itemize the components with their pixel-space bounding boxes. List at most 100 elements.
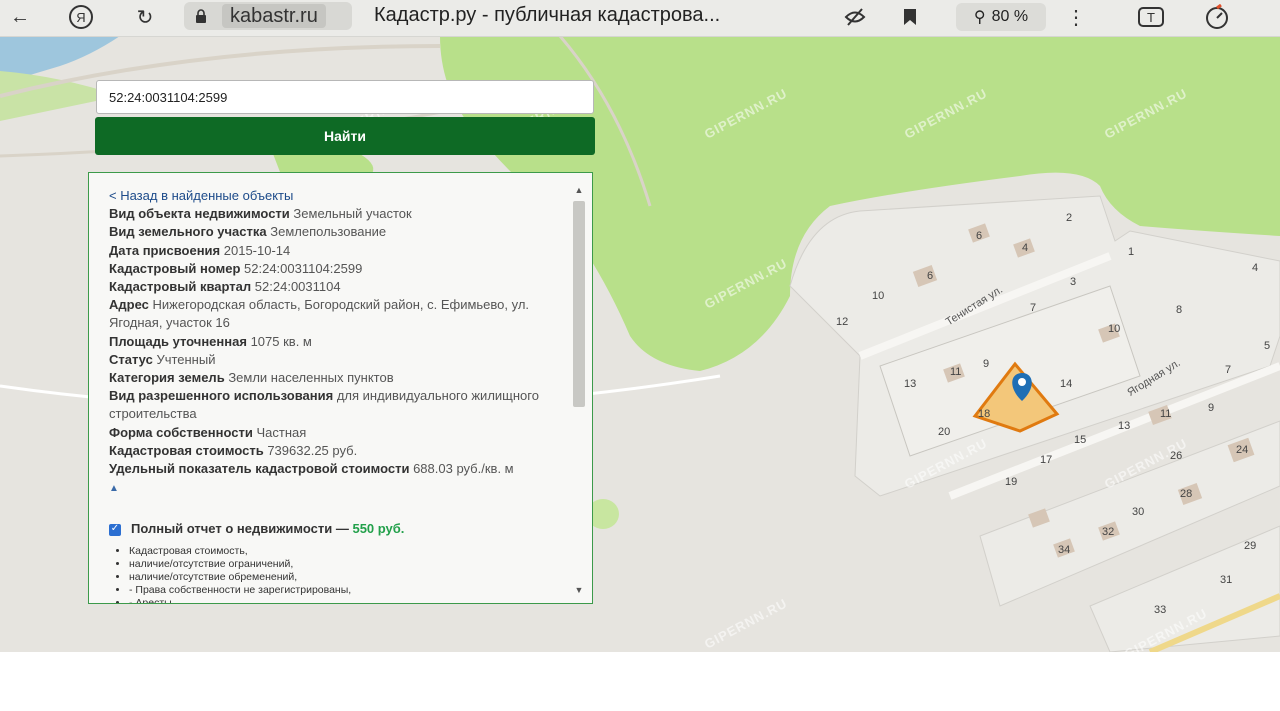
info-row: Вид разрешенного использования для индив… [109, 387, 569, 423]
translate-icon[interactable]: T [1134, 4, 1168, 30]
reload-icon[interactable]: ↻ [130, 4, 160, 30]
full-report-option[interactable]: ✓ Полный отчет о недвижимости — 550 руб. [109, 520, 569, 538]
info-row: Вид земельного участка Землепользование [109, 223, 569, 241]
info-rows: Вид объекта недвижимости Земельный участ… [109, 205, 569, 478]
info-row-value: 2015-10-14 [223, 242, 291, 258]
extension-icon[interactable] [1202, 4, 1232, 30]
info-row-value: 52:24:0031104 [254, 279, 341, 295]
info-row-key: Вид разрешенного использования [109, 388, 334, 404]
svg-text:T: T [1147, 10, 1155, 25]
find-button[interactable]: Найти [95, 117, 595, 155]
zoom-level: 80 % [991, 8, 1029, 25]
info-row-value: Учтенный [156, 351, 216, 367]
info-row: Площадь уточненная 1075 кв. м [109, 333, 569, 351]
lot-number: 6 [927, 270, 934, 282]
scroll-down-icon[interactable]: ▼ [573, 585, 585, 595]
info-row: Удельный показатель кадастровой стоимост… [109, 460, 569, 478]
lot-number: 11 [1160, 408, 1172, 420]
info-row-key: Вид объекта недвижимости [109, 206, 290, 222]
lot-number: 7 [1225, 364, 1232, 376]
lot-number: 4 [1022, 242, 1029, 254]
info-row-value: 739632.25 руб. [267, 442, 358, 458]
lot-number: 9 [983, 358, 990, 370]
collapse-arrow-icon[interactable]: ▲ [109, 480, 569, 498]
info-row: Форма собственности Частная [109, 424, 569, 442]
lot-number: 7 [1030, 302, 1037, 314]
lot-number: 3 [1070, 276, 1077, 288]
lot-number: 30 [1132, 506, 1145, 518]
info-row: Кадастровая стоимость 739632.25 руб. [109, 442, 569, 460]
lot-number: 13 [904, 378, 917, 390]
lot-number: 11 [950, 366, 962, 378]
info-row-value: Земли населенных пунктов [228, 370, 394, 386]
info-row-key: Дата присвоения [109, 242, 221, 258]
lot-number: 18 [978, 408, 991, 420]
scroll-up-icon[interactable]: ▲ [573, 185, 585, 195]
object-info-panel: < Назад в найденные объекты Вид объекта … [88, 172, 593, 604]
report-contents-list: Кадастровая стоимость,наличие/отсутствие… [129, 545, 569, 603]
info-row: Вид объекта недвижимости Земельный участ… [109, 205, 569, 223]
address-bar[interactable]: kabastr.ru [184, 2, 352, 30]
info-row-value: Землепользование [270, 224, 387, 240]
lot-number: 20 [938, 426, 951, 438]
info-row-key: Вид земельного участка [109, 224, 267, 240]
info-row-key: Кадастровый квартал [109, 279, 252, 295]
lot-number: 13 [1118, 420, 1131, 432]
lot-number: 15 [1074, 434, 1087, 446]
info-row-value: Земельный участок [293, 206, 412, 222]
report-item: Кадастровая стоимость, [129, 545, 569, 558]
lot-number: 5 [1264, 340, 1271, 352]
info-row-value: Нижегородская область, Богородский район… [109, 297, 530, 331]
url-domain: kabastr.ru [222, 4, 326, 28]
panel-scrollbar[interactable]: ▲ ▼ [572, 185, 586, 595]
lot-number: 1 [1128, 246, 1135, 258]
lot-number: 31 [1220, 574, 1233, 586]
lock-icon [196, 9, 206, 23]
svg-text:Я: Я [76, 10, 85, 25]
page-title: Кадастр.ру - публичная кадастрова... [374, 4, 721, 26]
no-tracking-icon[interactable] [840, 4, 870, 30]
cadastral-number-input[interactable] [96, 80, 594, 114]
info-row-key: Площадь уточненная [109, 333, 247, 349]
info-row-key: Адрес [109, 297, 149, 313]
lot-number: 29 [1244, 540, 1257, 552]
info-row: Кадастровый квартал 52:24:0031104 [109, 278, 569, 296]
report-item: - Аресты, [129, 597, 569, 603]
lot-number: 4 [1252, 262, 1259, 274]
zoom-control[interactable]: ⚲ 80 % [956, 3, 1046, 31]
info-row-key: Удельный показатель кадастровой стоимост… [109, 461, 410, 477]
info-row: Дата присвоения 2015-10-14 [109, 242, 569, 260]
lot-number: 34 [1058, 544, 1071, 556]
info-row-value: 1075 кв. м [250, 333, 312, 349]
info-row-value: Частная [256, 424, 307, 440]
info-row-value: 688.03 руб./кв. м [413, 461, 514, 477]
yandex-icon[interactable]: Я [66, 4, 96, 30]
lot-number: 33 [1154, 604, 1167, 616]
info-row-key: Категория земель [109, 370, 225, 386]
lot-number: 10 [872, 290, 885, 302]
report-checkbox[interactable]: ✓ [109, 523, 121, 536]
back-arrow-icon[interactable]: ← [6, 4, 34, 30]
report-item: - Права собственности не зарегистрирован… [129, 584, 569, 597]
info-row-key: Форма собственности [109, 424, 253, 440]
report-price: 550 руб. [352, 521, 405, 537]
bookmark-icon[interactable] [896, 4, 924, 30]
lot-number: 24 [1236, 444, 1249, 456]
lot-number: 17 [1040, 454, 1053, 466]
lot-number: 6 [976, 230, 983, 242]
scroll-thumb[interactable] [573, 201, 585, 407]
lot-number: 28 [1180, 488, 1193, 500]
info-row: Кадастровый номер 52:24:0031104:2599 [109, 260, 569, 278]
browser-toolbar: ← Я ↻ kabastr.ru Кадастр.ру - публичная … [0, 0, 1280, 37]
info-row: Адрес Нижегородская область, Богородский… [109, 296, 569, 332]
info-row-key: Кадастровая стоимость [109, 442, 264, 458]
info-row-key: Кадастровый номер [109, 260, 241, 276]
zoom-icon: ⚲ [973, 9, 986, 26]
back-to-results-link[interactable]: < Назад в найденные объекты [109, 187, 569, 205]
lot-number: 10 [1108, 323, 1121, 335]
info-row-value: 52:24:0031104:2599 [244, 260, 363, 276]
more-menu-icon[interactable]: ⋮ [1066, 4, 1086, 30]
report-item: наличие/отсутствие ограничений, [129, 558, 569, 571]
lot-number: 9 [1208, 402, 1215, 414]
lot-number: 32 [1102, 526, 1115, 538]
